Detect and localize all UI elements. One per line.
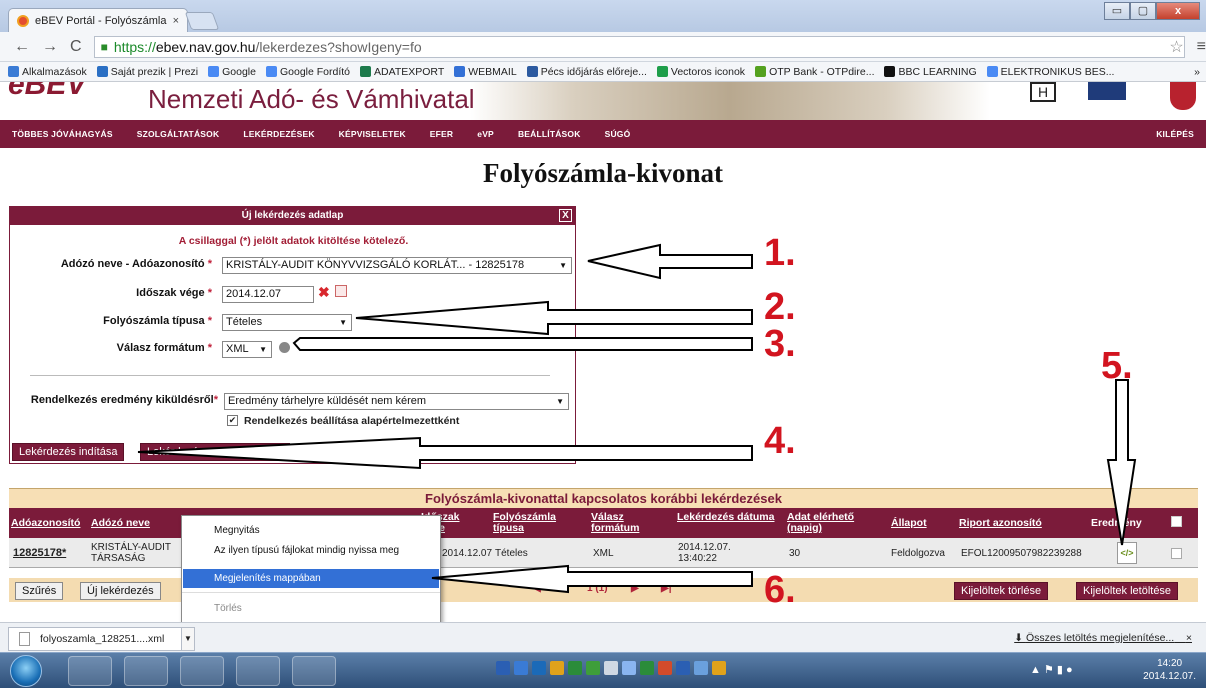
arrow-2 bbox=[355, 300, 753, 336]
annotation-6: 6. bbox=[764, 569, 796, 611]
arrow-5 bbox=[1106, 379, 1137, 546]
annotation-1: 1. bbox=[764, 232, 796, 274]
arrow-6 bbox=[431, 564, 753, 594]
annotation-arrows bbox=[137, 243, 1137, 594]
arrow-1 bbox=[587, 243, 753, 280]
annotation-5: 5. bbox=[1101, 345, 1133, 387]
arrow-4 bbox=[137, 436, 753, 470]
annotation-3: 3. bbox=[764, 323, 796, 365]
annotation-4: 4. bbox=[764, 420, 796, 462]
arrow-3 bbox=[292, 337, 753, 351]
